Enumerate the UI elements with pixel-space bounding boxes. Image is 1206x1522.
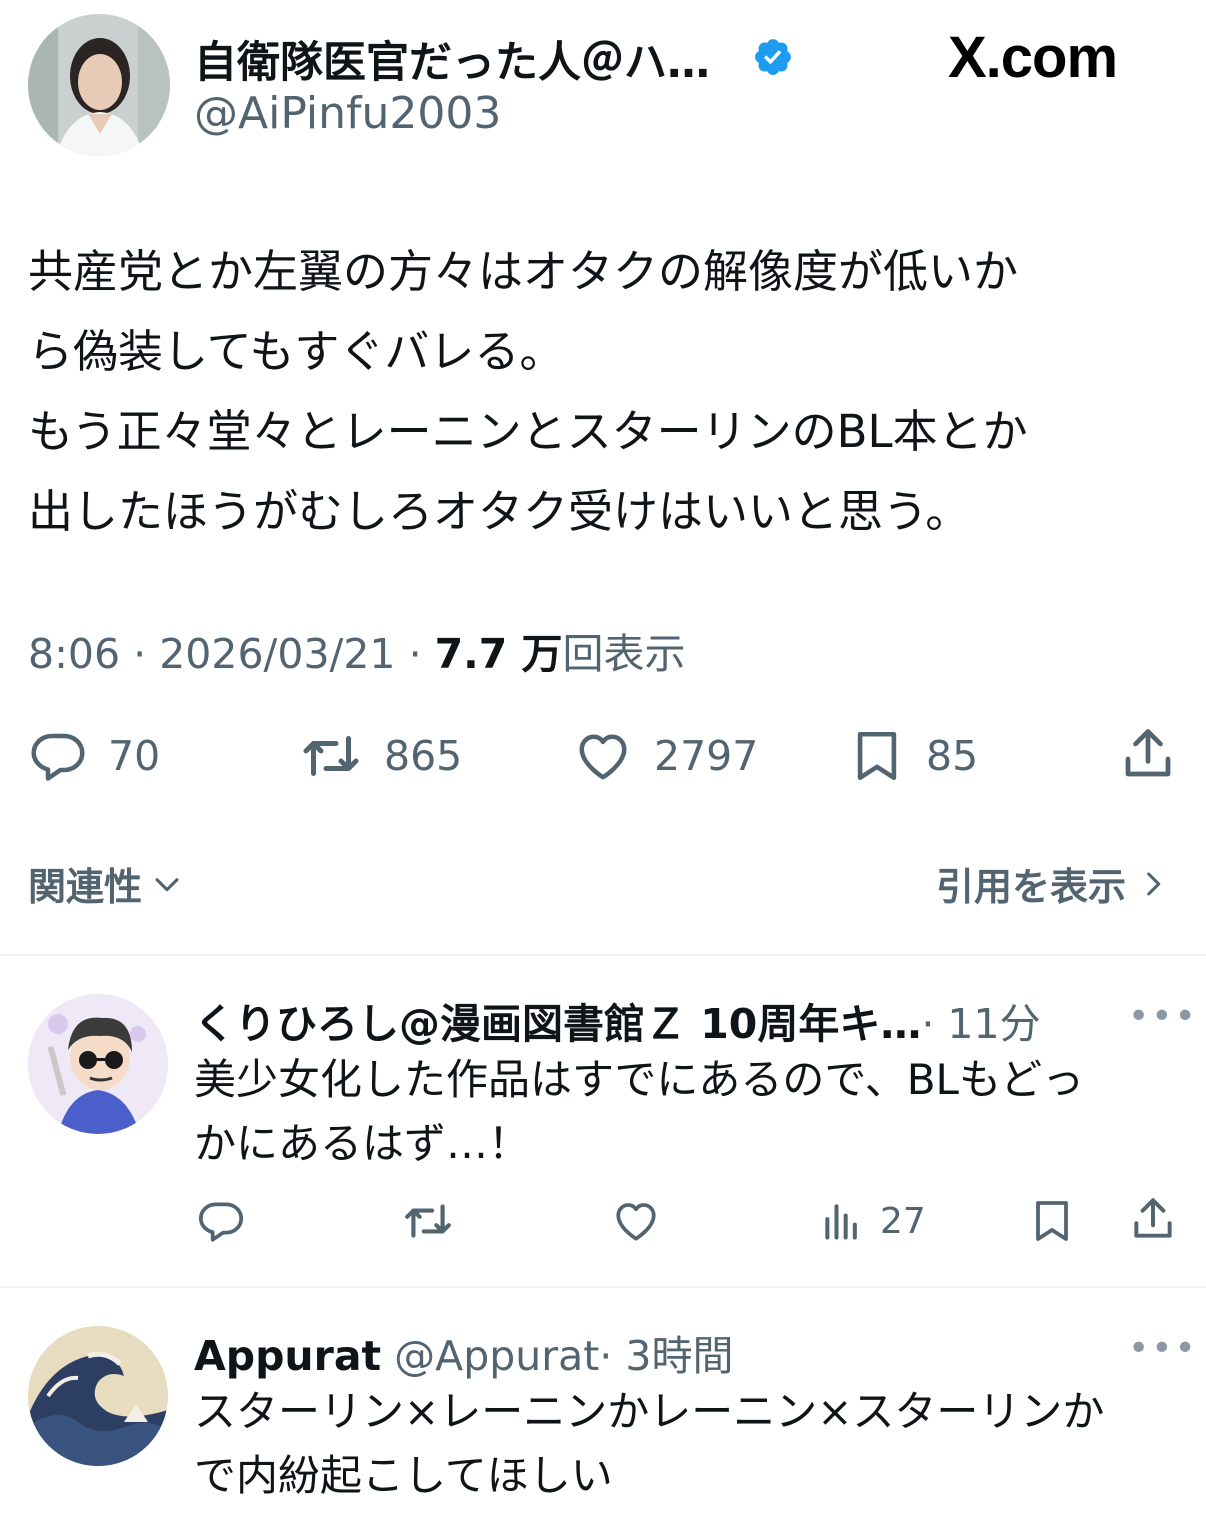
heart-icon: [579, 734, 627, 780]
tweet-text: 共産党とか左翼の方々はオタクの解像度が低いか ら偽装してもすぐバレる。 もう正々…: [28, 245, 1028, 538]
reply-time[interactable]: · 3時間: [599, 1332, 733, 1380]
reply-bookmark-button[interactable]: [1028, 1196, 1076, 1246]
reply-views-button[interactable]: 27: [820, 1196, 926, 1246]
divider: [0, 1286, 1206, 1288]
reply-header: くりひろし@漫画図書館Ｚ 10周年キ…· 11分: [194, 990, 1041, 1050]
reply-retweet-button[interactable]: [400, 1196, 456, 1246]
share-icon: [1134, 1198, 1172, 1238]
reply-avatar-image: [28, 994, 168, 1134]
bookmark-button[interactable]: 85: [848, 726, 978, 786]
chevron-down-icon: [155, 877, 179, 891]
author-handle[interactable]: @AiPinfu2003: [194, 88, 501, 139]
view-quotes-link[interactable]: 引用を表示: [936, 856, 1170, 911]
bookmark-icon: [1036, 1201, 1068, 1241]
author-name[interactable]: 自衛隊医官だった人＠ハ…: [194, 28, 710, 90]
reply-like-button[interactable]: [610, 1196, 662, 1246]
retweet-count: 865: [384, 732, 463, 780]
share-button[interactable]: [1118, 724, 1178, 784]
author-avatar-image: [28, 14, 170, 156]
retweet-button[interactable]: 865: [298, 726, 462, 786]
retweet-icon: [405, 1204, 451, 1238]
reply-author-name[interactable]: くりひろし@漫画図書館Ｚ 10周年キ…: [194, 1000, 921, 1048]
reply-time[interactable]: · 11分: [921, 1000, 1040, 1048]
reply-button[interactable]: 70: [28, 726, 160, 786]
meta-separator: ·: [133, 630, 160, 678]
reply-author-handle[interactable]: @Appurat: [394, 1332, 599, 1380]
reply-views-count: 27: [880, 1200, 926, 1242]
like-count: 2797: [654, 732, 759, 780]
reply-header: Appurat @Appurat· 3時間: [194, 1322, 733, 1382]
relevance-label: 関連性: [28, 865, 143, 909]
more-options-icon[interactable]: •••: [1128, 1328, 1198, 1369]
share-icon: [1125, 729, 1171, 777]
tweet-views-label: 回表示: [562, 630, 686, 678]
reply-text: スターリン×レーニンかレーニン×スターリンか で内紛起こしてほしい: [194, 1387, 1105, 1500]
reply-icon: [31, 733, 85, 781]
like-button[interactable]: 2797: [572, 726, 758, 786]
reply-avatar-image: [28, 1326, 168, 1466]
retweet-icon: [303, 736, 359, 776]
reply-reply-button[interactable]: [196, 1196, 246, 1246]
tweet-date[interactable]: 2026/03/21: [159, 630, 395, 678]
verified-badge-icon: [752, 36, 794, 78]
reply-avatar[interactable]: [28, 1326, 168, 1466]
reply-share-button[interactable]: [1128, 1194, 1178, 1244]
reply-count: 70: [108, 732, 161, 780]
author-avatar[interactable]: [28, 14, 170, 156]
reply-icon: [198, 1202, 244, 1242]
relevance-sort-button[interactable]: 関連性: [28, 856, 184, 911]
divider: [0, 954, 1206, 956]
reply-author-name[interactable]: Appurat: [194, 1332, 381, 1380]
site-logo: X.com: [948, 25, 1118, 90]
bookmark-icon: [857, 731, 897, 781]
tweet-time[interactable]: 8:06: [28, 630, 120, 678]
chevron-right-icon: [1147, 872, 1161, 895]
more-options-icon[interactable]: •••: [1128, 996, 1198, 1037]
meta-separator: ·: [408, 630, 435, 678]
analytics-icon: [825, 1204, 857, 1240]
bookmark-count: 85: [926, 732, 979, 780]
reply-avatar[interactable]: [28, 994, 168, 1134]
tweet-meta: 8:06 · 2026/03/21 · 7.7 万回表示: [28, 620, 686, 680]
heart-icon: [616, 1203, 656, 1241]
reply-text: 美少女化した作品はすでにあるので、BLもどっ かにあるはず…！: [194, 1055, 1085, 1168]
tweet-views-count: 7.7 万: [434, 630, 563, 678]
quotes-label: 引用を表示: [935, 865, 1126, 909]
